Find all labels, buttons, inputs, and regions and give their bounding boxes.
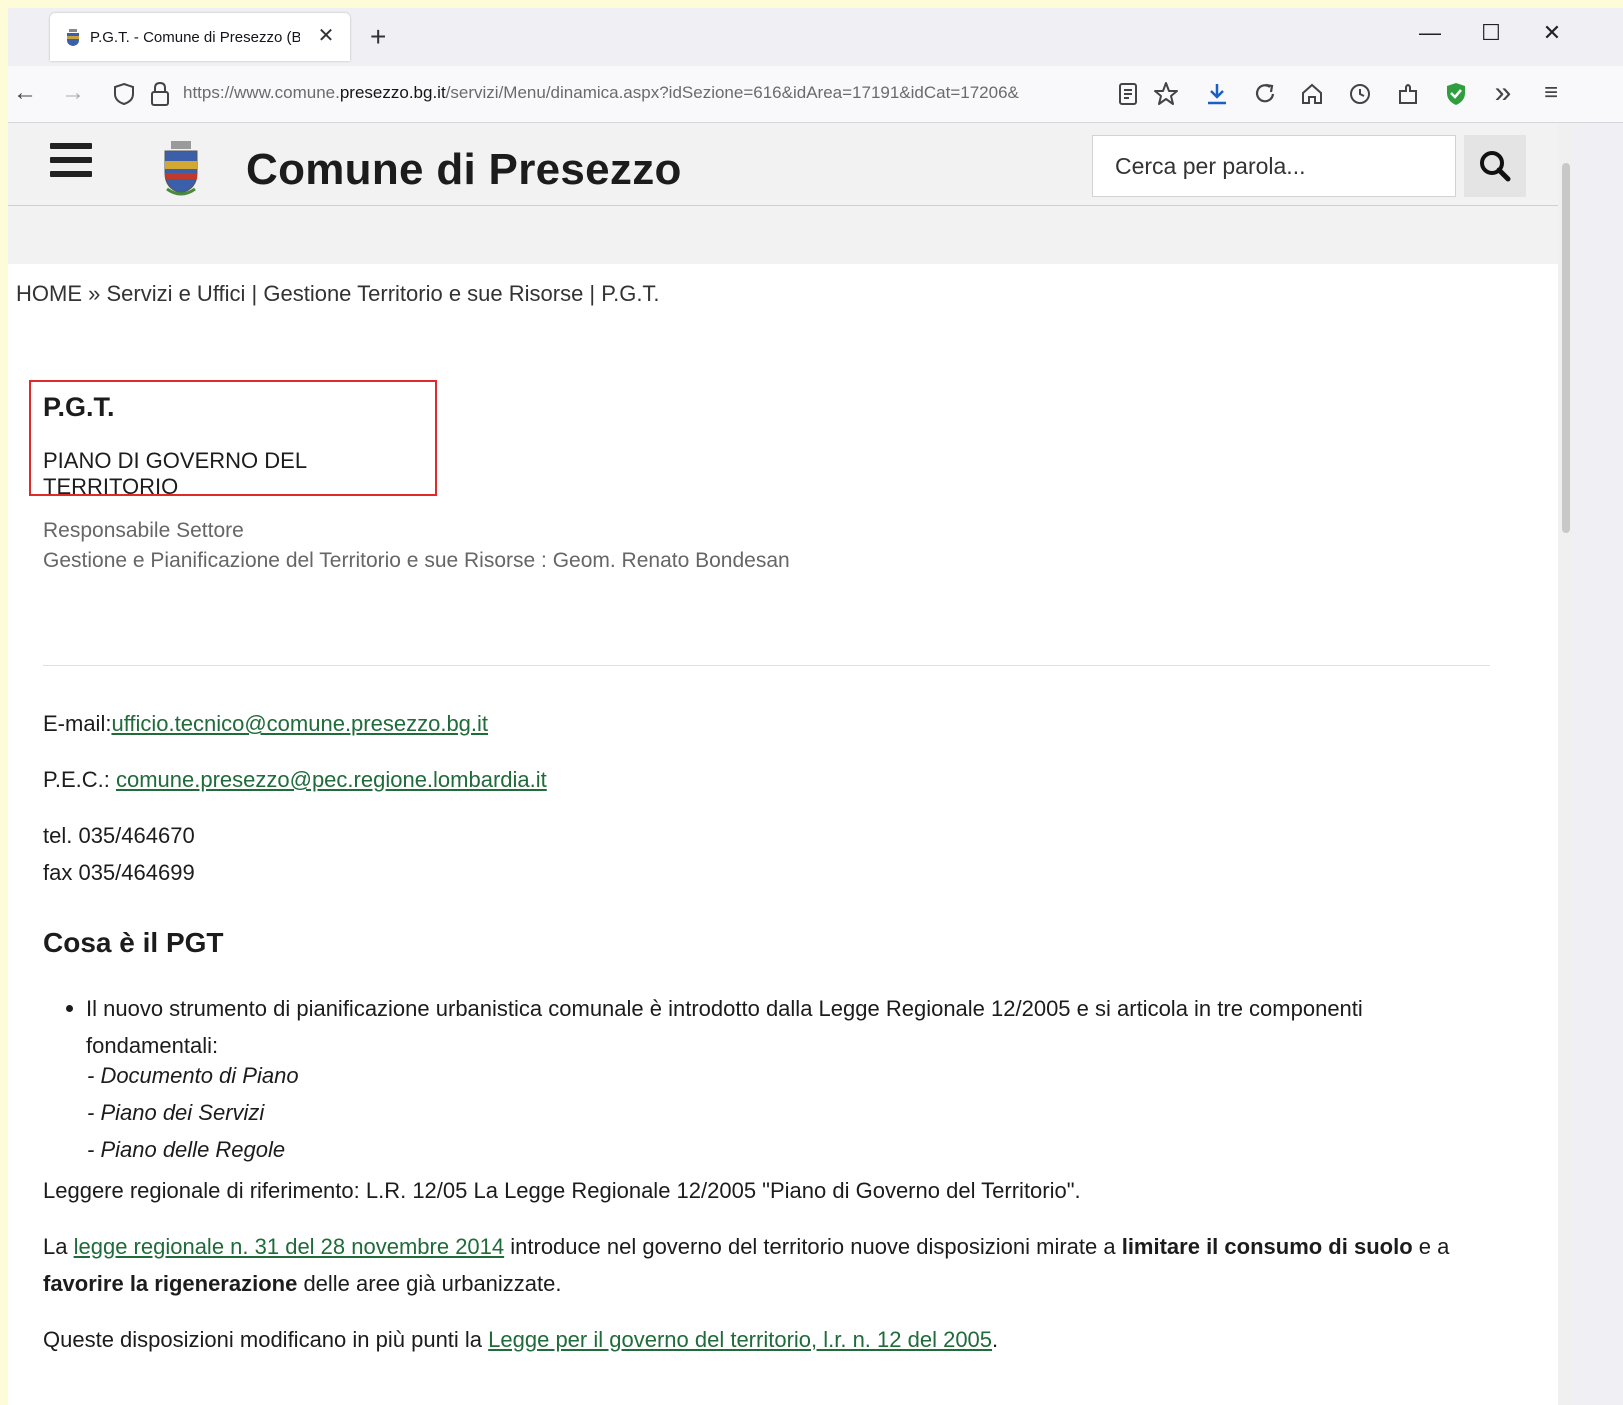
text-segment: La	[43, 1234, 74, 1259]
tel-text: tel. 035/464670	[43, 823, 195, 848]
paragraph-law-2014: La legge regionale n. 31 del 28 novembre…	[43, 1228, 1483, 1302]
tab-close-icon[interactable]: ✕	[314, 24, 338, 48]
search-input[interactable]: Cerca per parola...	[1092, 135, 1456, 197]
site-header: Comune di Presezzo Cerca per parola...	[8, 123, 1558, 206]
text-segment: introduce nel governo del territorio nuo…	[504, 1234, 1122, 1259]
text-segment: delle aree già urbanizzate.	[297, 1271, 562, 1296]
law-2005-link[interactable]: Legge per il governo del territorio, l.r…	[488, 1327, 992, 1352]
new-tab-button[interactable]: +	[370, 23, 386, 51]
minimize-button[interactable]: —	[1410, 20, 1450, 46]
bold-text: favorire la rigenerazione	[43, 1271, 298, 1296]
tab-active[interactable]: P.G.T. - Comune di Presezzo (B ✕	[50, 13, 350, 61]
pec-label: P.E.C.:	[43, 767, 116, 792]
close-window-button[interactable]: ✕	[1532, 20, 1572, 46]
scrollbar-thumb[interactable]	[1562, 163, 1570, 533]
fax-text: fax 035/464699	[43, 860, 195, 885]
header-band	[8, 206, 1558, 264]
responsible-info: Responsabile Settore Gestione e Pianific…	[43, 516, 790, 576]
shield-icon[interactable]	[113, 82, 135, 106]
hamburger-menu-icon[interactable]	[50, 143, 92, 177]
download-icon[interactable]	[1205, 81, 1229, 107]
law-2014-link[interactable]: legge regionale n. 31 del 28 novembre 20…	[74, 1234, 505, 1259]
url-bar[interactable]: https://www.comune.presezzo.bg.it/serviz…	[183, 83, 1113, 103]
extensions-icon[interactable]	[1396, 81, 1420, 107]
breadcrumb[interactable]: HOME » Servizi e Uffici | Gestione Terri…	[16, 281, 660, 307]
reference-text: Leggere regionale di riferimento: L.R. 1…	[43, 1178, 1081, 1203]
app-menu-icon[interactable]: ≡	[1536, 80, 1566, 106]
tab-strip: P.G.T. - Comune di Presezzo (B ✕ + — ☐ ✕	[8, 8, 1623, 66]
component-item: - Documento di Piano	[87, 1063, 299, 1088]
url-host: presezzo.bg.it	[339, 83, 446, 102]
overflow-chevron-icon[interactable]: »	[1488, 78, 1518, 108]
component-item: - Piano delle Regole	[87, 1137, 286, 1162]
paragraph-law-2005: Queste disposizioni modificano in più pu…	[43, 1321, 1483, 1358]
bold-text: limitare il consumo di suolo	[1121, 1234, 1413, 1259]
email-line: E-mail:ufficio.tecnico@comune.presezzo.b…	[43, 711, 488, 737]
pec-link[interactable]: comune.presezzo@pec.regione.lombardia.it	[116, 767, 547, 792]
tab-title: P.G.T. - Comune di Presezzo (B	[90, 29, 300, 46]
browser-window: P.G.T. - Comune di Presezzo (B ✕ + — ☐ ✕…	[8, 8, 1623, 1405]
site-name[interactable]: Comune di Presezzo	[246, 145, 682, 195]
reader-view-icon[interactable]	[1118, 82, 1138, 106]
scrollbar[interactable]	[1560, 123, 1572, 1405]
email-link[interactable]: ufficio.tecnico@comune.presezzo.bg.it	[111, 711, 488, 736]
component-item: - Piano dei Servizi	[87, 1100, 265, 1125]
divider	[43, 665, 1490, 666]
text-segment: .	[992, 1327, 999, 1352]
list-item: Il nuovo strumento di pianificazione urb…	[66, 990, 1446, 1064]
home-icon[interactable]	[1300, 81, 1324, 107]
reload-icon[interactable]	[1253, 81, 1277, 107]
page-title: P.G.T.	[43, 392, 115, 422]
bullet-dot	[66, 1005, 73, 1012]
coat-of-arms-logo	[164, 141, 198, 196]
nav-bar: ← → https://www.comune.presezzo.bg.it/se…	[8, 66, 1623, 123]
pec-line: P.E.C.: comune.presezzo@pec.regione.lomb…	[43, 767, 547, 793]
url-prefix: https://www.comune.	[183, 83, 340, 102]
email-label: E-mail:	[43, 711, 112, 736]
page-viewport: Comune di Presezzo Cerca per parola... H…	[8, 123, 1558, 1405]
search-icon	[1480, 151, 1511, 182]
back-button[interactable]: ←	[10, 80, 40, 106]
bullet-text: Il nuovo strumento di pianificazione urb…	[86, 996, 1363, 1058]
text-segment: e a	[1412, 1234, 1450, 1259]
text-segment: Queste disposizioni modificano in più pu…	[43, 1327, 489, 1352]
page-subtitle: PIANO DI GOVERNO DEL TERRITORIO	[43, 448, 307, 499]
adblock-shield-icon[interactable]	[1444, 81, 1468, 107]
responsible-detail: Gestione e Pianificazione del Territorio…	[43, 549, 790, 572]
title-highlight-box: P.G.T. PIANO DI GOVERNO DEL TERRITORIO	[29, 380, 437, 499]
coat-of-arms-favicon-icon	[67, 29, 79, 46]
lock-icon[interactable]	[150, 81, 170, 107]
section-heading: Cosa è il PGT	[43, 927, 224, 958]
history-clock-icon[interactable]	[1348, 81, 1372, 107]
search-button[interactable]	[1464, 135, 1526, 197]
responsible-label: Responsabile Settore	[43, 519, 244, 542]
url-path: /servizi/Menu/dinamica.aspx?idSezione=61…	[445, 83, 1019, 102]
forward-button[interactable]: →	[58, 80, 88, 106]
bookmark-star-icon[interactable]	[1153, 81, 1179, 107]
maximize-button[interactable]: ☐	[1471, 20, 1511, 46]
